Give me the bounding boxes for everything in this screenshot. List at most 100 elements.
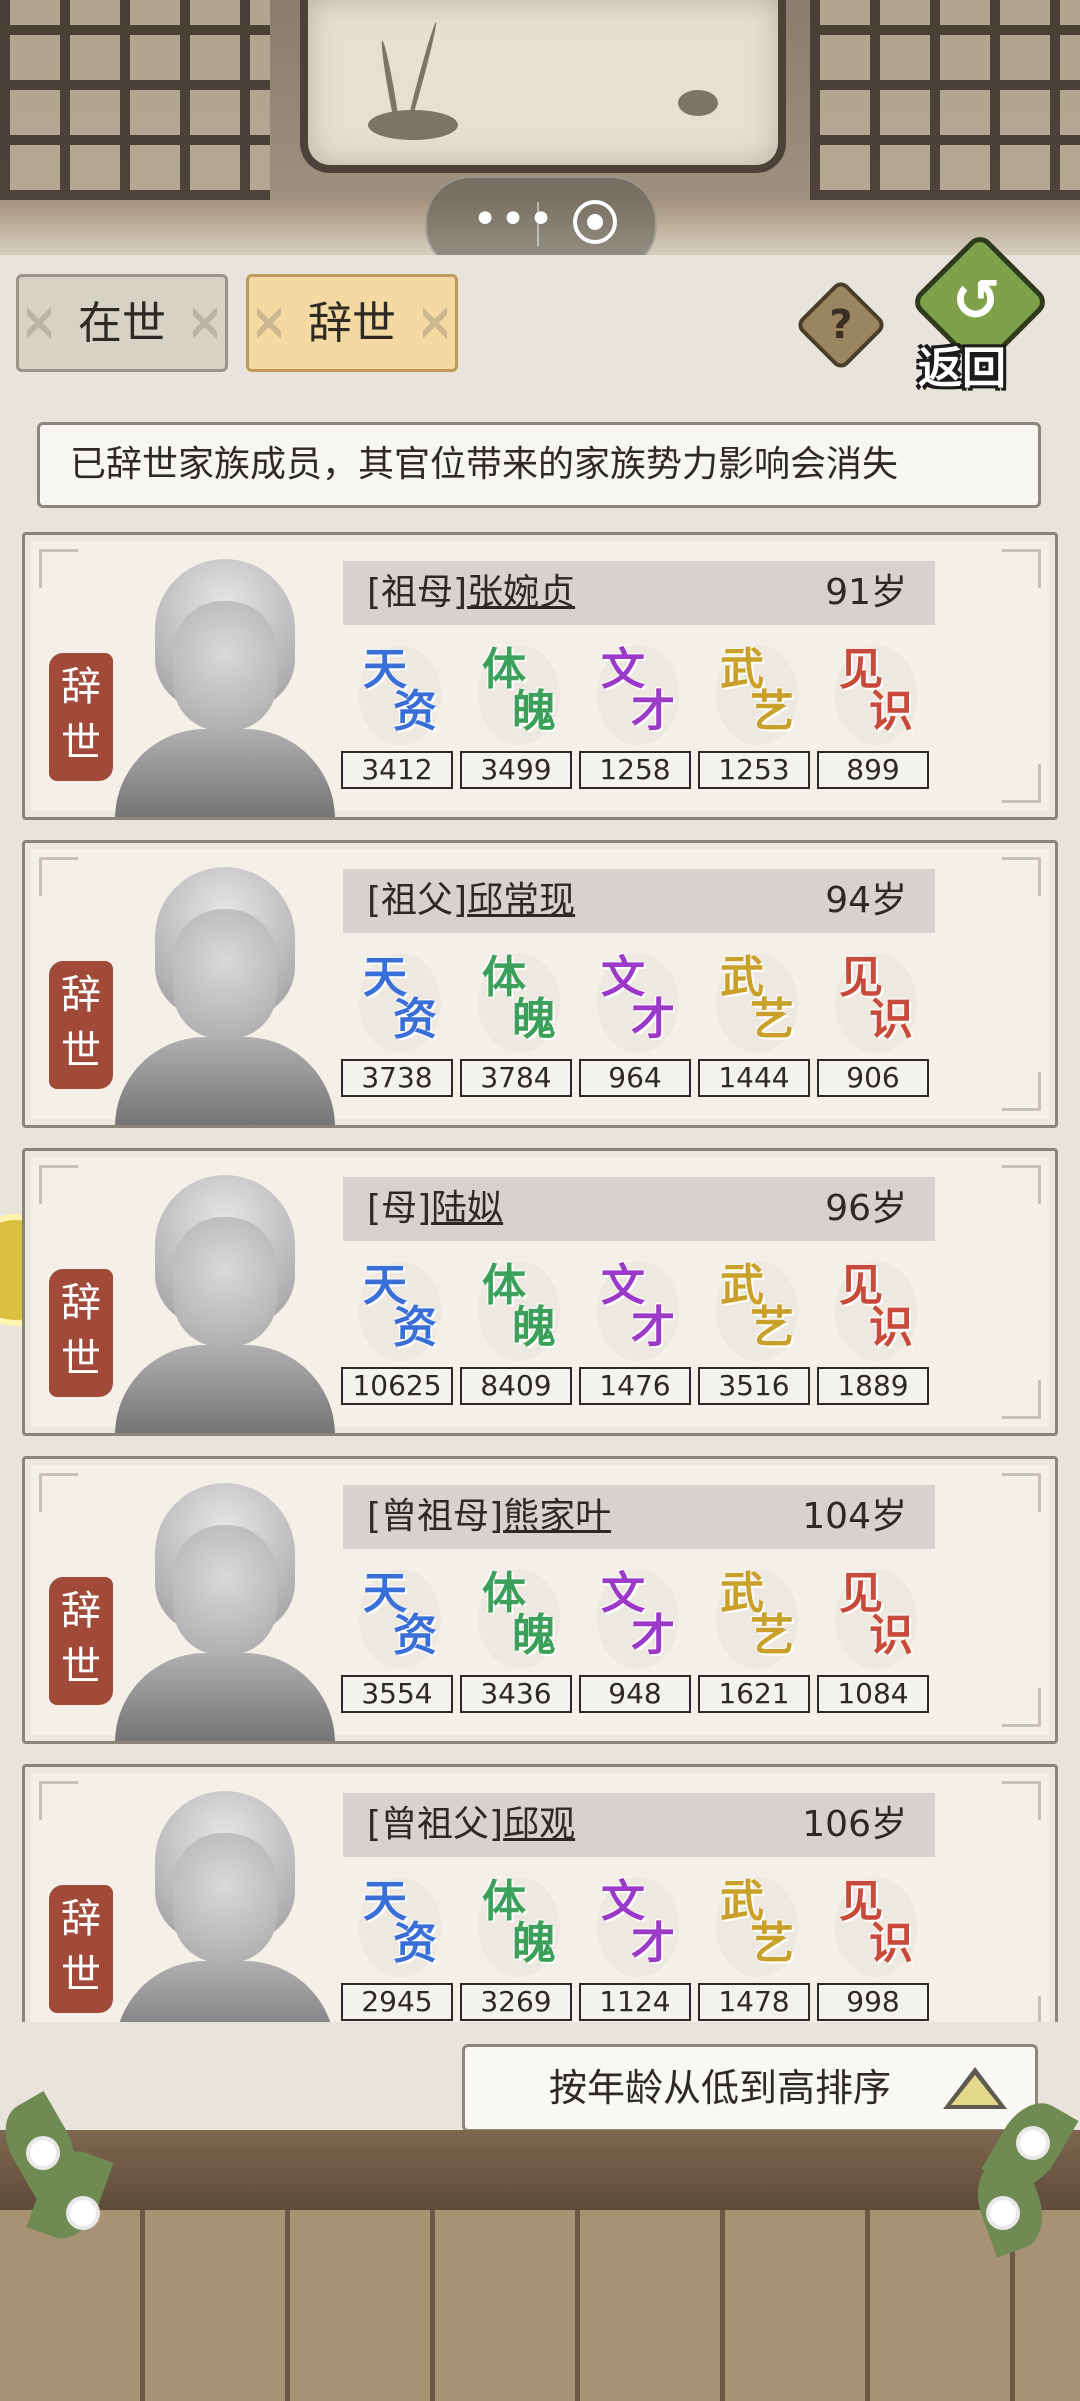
stat-label-char: 艺 xyxy=(750,994,794,1045)
portrait-face xyxy=(173,909,277,1039)
stat-2: 文才 1124 xyxy=(579,1873,691,2022)
tab-deceased[interactable]: 辞世 xyxy=(246,274,458,372)
card-corner-ornament xyxy=(1002,857,1041,896)
member-relation: [曾祖父] xyxy=(367,1804,504,1845)
sort-button-label: 按年龄从低到高排序 xyxy=(549,2066,892,2110)
stat-value: 3554 xyxy=(341,1675,453,1713)
stat-value: 1478 xyxy=(698,1983,810,2021)
card-corner-ornament xyxy=(1002,1688,1041,1727)
stat-0: 天资 3554 xyxy=(341,1565,453,1735)
stat-1: 体魄 3269 xyxy=(460,1873,572,2022)
stat-label-char: 魄 xyxy=(512,1610,556,1661)
floor-ledge xyxy=(0,2130,1080,2210)
member-stats: 天资 10625 体魄 8409 文才 1476 武艺 3516 见识 1889 xyxy=(341,1257,941,1427)
member-stats: 天资 3738 体魄 3784 文才 964 武艺 1444 见识 906 xyxy=(341,949,941,1119)
stat-label-char: 才 xyxy=(631,1610,675,1661)
member-stats: 天资 3554 体魄 3436 文才 948 武艺 1621 见识 1084 xyxy=(341,1565,941,1735)
stat-3: 武艺 1621 xyxy=(698,1565,810,1735)
stat-3: 武艺 1253 xyxy=(698,641,810,811)
member-age: 104岁 xyxy=(802,1496,907,1537)
more-icon[interactable]: ••• xyxy=(459,198,569,250)
deceased-seal: 辞世 xyxy=(49,961,113,1089)
stat-value: 906 xyxy=(817,1059,929,1097)
stat-label-char: 识 xyxy=(869,686,913,737)
stat-value: 948 xyxy=(579,1675,691,1713)
wooden-floor xyxy=(0,2210,1080,2401)
close-target-icon[interactable] xyxy=(573,200,617,244)
tab-alive[interactable]: 在世 xyxy=(16,274,228,372)
back-button[interactable]: ↺ 返回 xyxy=(909,231,1051,394)
stat-0: 天资 3738 xyxy=(341,949,453,1119)
stat-value: 2945 xyxy=(341,1983,453,2021)
stat-value: 10625 xyxy=(341,1367,453,1405)
back-label: 返回 xyxy=(918,343,1006,394)
stat-2: 文才 1476 xyxy=(579,1257,691,1427)
card-corner-ornament xyxy=(39,549,78,588)
stat-0: 天资 3412 xyxy=(341,641,453,811)
member-relation: [曾祖母] xyxy=(367,1496,504,1537)
stat-value: 1124 xyxy=(579,1983,691,2021)
stat-value: 3412 xyxy=(341,751,453,789)
stat-label-char: 艺 xyxy=(750,686,794,737)
stat-0: 天资 2945 xyxy=(341,1873,453,2022)
chevron-right-icon xyxy=(423,295,447,351)
member-card-2[interactable]: 辞世 [母]陆姒 96岁 天资 10625 体魄 8409 文才 1476 武艺 3516 见识… xyxy=(22,1148,1058,1436)
card-corner-ornament xyxy=(1002,1473,1041,1512)
deceased-seal: 辞世 xyxy=(49,1269,113,1397)
stat-value: 8409 xyxy=(460,1367,572,1405)
question-icon: ? xyxy=(829,302,853,348)
stat-4: 见识 998 xyxy=(817,1873,929,2022)
member-relation: [祖父] xyxy=(367,880,468,921)
stat-label-char: 资 xyxy=(393,1918,437,1969)
stat-value: 964 xyxy=(579,1059,691,1097)
member-portrait xyxy=(105,847,345,1125)
chevron-right-icon xyxy=(193,295,217,351)
member-age: 94岁 xyxy=(825,880,907,921)
capsule-divider xyxy=(537,202,539,246)
plant-right xyxy=(966,2080,1080,2280)
member-portrait xyxy=(105,1463,345,1741)
portrait-body xyxy=(115,1037,335,1125)
card-corner-ornament xyxy=(39,1165,78,1204)
chevron-left-icon xyxy=(27,295,51,351)
member-card-4[interactable]: 辞世 [曾祖父]邱观 106岁 天资 2945 体魄 3269 文才 1124 武艺 1478… xyxy=(22,1764,1058,2022)
stat-label-char: 才 xyxy=(631,1302,675,1353)
notice-banner: 已辞世家族成员，其官位带来的家族势力影响会消失 xyxy=(37,422,1041,508)
member-card-0[interactable]: 辞世 [祖母]张婉贞 91岁 天资 3412 体魄 3499 文才 1258 武艺 1253 见… xyxy=(22,532,1058,820)
portrait-body xyxy=(115,729,335,817)
member-name: 邱常现 xyxy=(467,880,576,921)
stat-2: 文才 1258 xyxy=(579,641,691,811)
chevron-left-icon xyxy=(257,295,281,351)
stat-label-char: 资 xyxy=(393,994,437,1045)
member-list[interactable]: 辞世 [祖母]张婉贞 91岁 天资 3412 体魄 3499 文才 1258 武艺 1253 见… xyxy=(22,532,1058,2022)
stat-value: 3784 xyxy=(460,1059,572,1097)
stat-value: 1084 xyxy=(817,1675,929,1713)
stat-label-char: 识 xyxy=(869,994,913,1045)
stat-label-char: 魄 xyxy=(512,1302,556,1353)
portrait-face xyxy=(173,1217,277,1347)
sort-by-age-button[interactable]: 按年龄从低到高排序 xyxy=(462,2044,1038,2132)
stat-label-char: 资 xyxy=(393,1610,437,1661)
member-relation: [祖母] xyxy=(367,572,468,613)
window-lattice-left xyxy=(0,0,270,200)
member-card-3[interactable]: 辞世 [曾祖母]熊家叶 104岁 天资 3554 体魄 3436 文才 948 武艺 1621… xyxy=(22,1456,1058,1744)
member-stats: 天资 2945 体魄 3269 文才 1124 武艺 1478 见识 998 xyxy=(341,1873,941,2022)
stat-label-char: 艺 xyxy=(750,1302,794,1353)
member-card-1[interactable]: 辞世 [祖父]邱常现 94岁 天资 3738 体魄 3784 文才 964 武艺 1444 见识… xyxy=(22,840,1058,1128)
stat-value: 3499 xyxy=(460,751,572,789)
orchid-painting xyxy=(300,0,786,173)
card-corner-ornament xyxy=(1002,1380,1041,1419)
card-corner-ornament xyxy=(39,1781,78,1820)
return-arrow-icon: ↺ xyxy=(952,266,1001,334)
member-portrait xyxy=(105,1155,345,1433)
stat-4: 见识 906 xyxy=(817,949,929,1119)
portrait-body xyxy=(115,1653,335,1741)
deceased-seal: 辞世 xyxy=(49,1577,113,1705)
stat-value: 1476 xyxy=(579,1367,691,1405)
stat-label-char: 艺 xyxy=(750,1918,794,1969)
portrait-face xyxy=(173,1833,277,1963)
stat-3: 武艺 3516 xyxy=(698,1257,810,1427)
portrait-face xyxy=(173,601,277,731)
stat-0: 天资 10625 xyxy=(341,1257,453,1427)
stat-value: 1889 xyxy=(817,1367,929,1405)
